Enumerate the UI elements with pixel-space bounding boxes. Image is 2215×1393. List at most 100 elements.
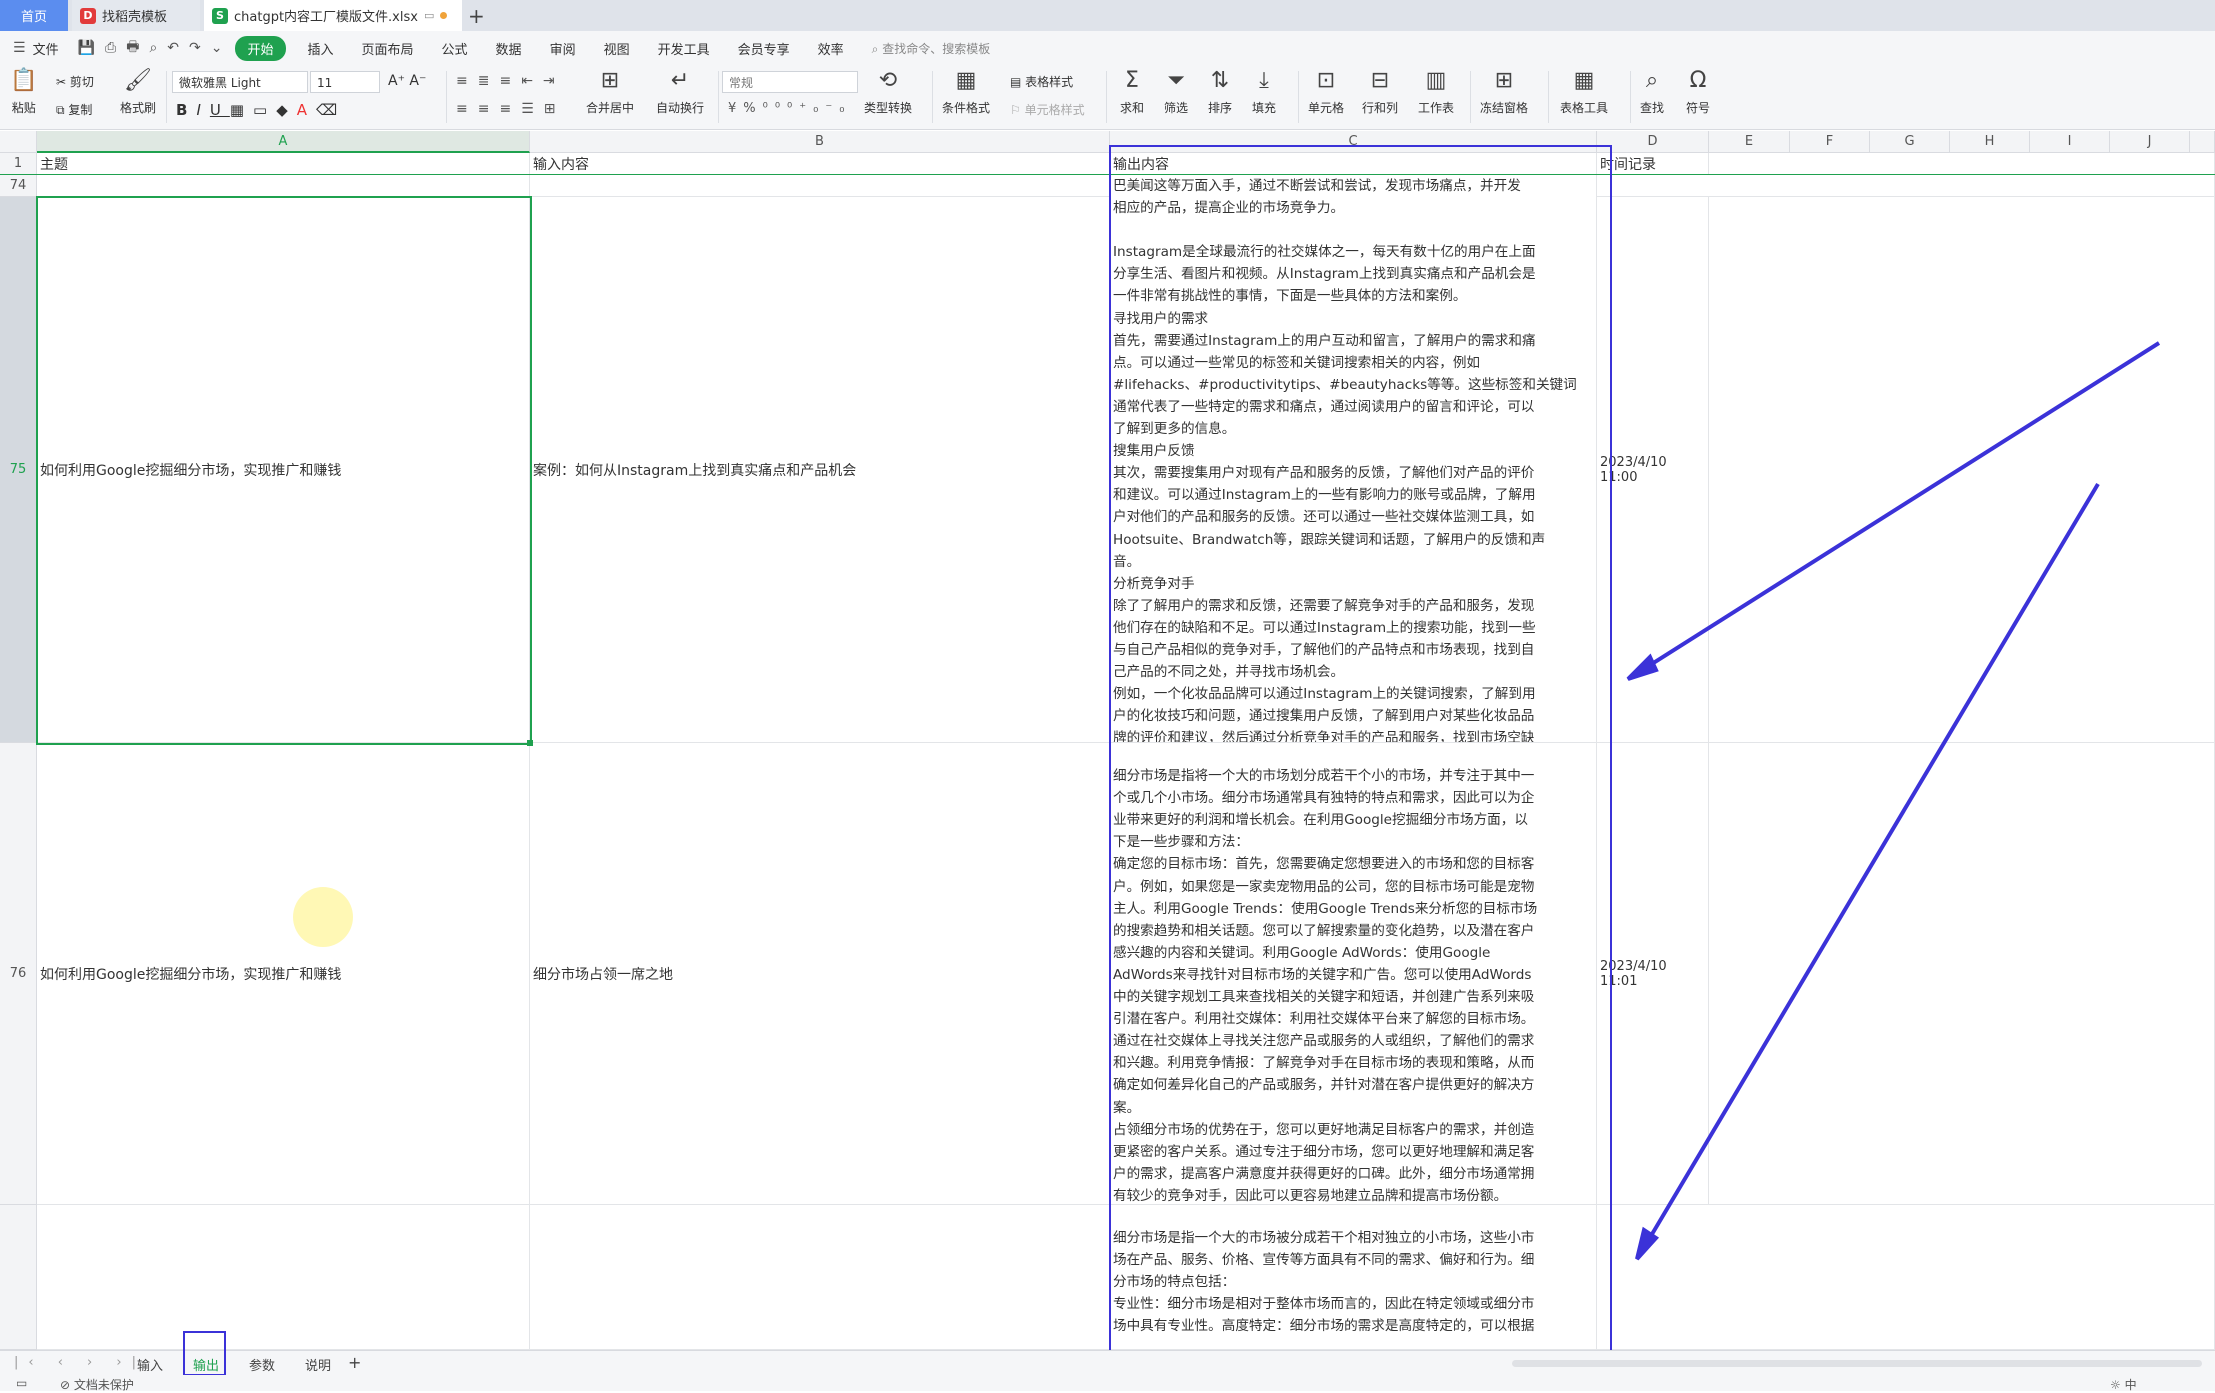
merge-center-button[interactable]: ⊞ 合并居中 (586, 69, 634, 116)
sheet-nav-arrows[interactable]: |‹ ‹ › ›| (14, 1355, 146, 1370)
format-painter-button[interactable]: 🖌 格式刷 (120, 69, 156, 116)
row-header-75[interactable]: 75 (0, 197, 37, 743)
cell-d75[interactable]: 2023/4/10 11:00 (1597, 197, 1709, 743)
cell-b77[interactable] (530, 1205, 1110, 1350)
sort-button[interactable]: ⇅ 排序 (1208, 69, 1232, 116)
menu-view[interactable]: 视图 (590, 39, 644, 58)
column-header-i[interactable]: I (2030, 131, 2110, 153)
cell-button[interactable]: ⊡ 单元格 (1308, 69, 1344, 116)
cut-button[interactable]: ✂ 剪切 (56, 73, 94, 90)
select-all-corner[interactable] (0, 131, 37, 153)
menu-file[interactable]: 文件 (31, 39, 73, 58)
menu-efficiency[interactable]: 效率 (804, 39, 858, 58)
horizontal-scrollbar[interactable] (1512, 1360, 2202, 1367)
horizontal-align-icons[interactable]: ≡≡≡☰⊞ (456, 101, 565, 117)
save-icon[interactable]: 💾 (73, 40, 100, 56)
header-cell-topic[interactable]: 主题 (37, 153, 530, 175)
sum-button[interactable]: Σ 求和 (1120, 69, 1144, 116)
table-tools-button[interactable]: ▦ 表格工具 (1560, 69, 1608, 116)
row-header-1[interactable]: 1 (0, 153, 37, 175)
cell-a76[interactable]: 如何利用Google挖掘细分市场，实现推广和赚钱 (37, 743, 530, 1205)
menu-home[interactable]: 开始 (235, 35, 286, 61)
number-format-icons[interactable]: ¥%⁰⁰⁰⁺₀⁻₀ (728, 101, 851, 116)
alignment-icons[interactable]: ≡≣≡⇤⇥ (456, 73, 565, 89)
tab-docer-templates[interactable]: D 找稻壳模板 (72, 0, 200, 31)
float-window-icon[interactable]: ▭ (424, 9, 434, 22)
menu-data[interactable]: 数据 (482, 39, 536, 58)
cell-e75[interactable] (1709, 197, 2215, 743)
cell-a75[interactable]: 如何利用Google挖掘细分市场，实现推广和赚钱 (37, 197, 530, 743)
cell-style-button[interactable]: ⚐ 单元格样式 (1010, 101, 1085, 118)
cell-c76-output[interactable]: 细分市场是指将一个大的市场划分成若干个小的市场，并专注于其中一 个或几个小市场。… (1110, 743, 1597, 1205)
undo-icon[interactable]: ↶ (162, 40, 184, 56)
redo-icon[interactable]: ↷ (184, 40, 206, 56)
find-button[interactable]: ⌕ 查找 (1640, 69, 1664, 116)
header-cell-empty[interactable] (1709, 153, 2215, 175)
column-header-h[interactable]: H (1950, 131, 2030, 153)
menu-page-layout[interactable]: 页面布局 (348, 39, 428, 58)
export-pdf-icon[interactable]: ⎙ (100, 40, 121, 56)
cell-c77-output[interactable]: 细分市场是指一个大的市场被分成若干个相对独立的小市场，这些小市 场在产品、服务、… (1110, 1205, 1597, 1350)
font-grow-shrink-icons[interactable]: A⁺ A⁻ (388, 73, 426, 89)
add-sheet-button[interactable]: + (348, 1353, 361, 1372)
menu-formulas[interactable]: 公式 (428, 39, 482, 58)
type-convert-button[interactable]: ⟲ 类型转换 (864, 69, 912, 116)
symbol-button[interactable]: Ω 符号 (1686, 69, 1710, 116)
column-header-b[interactable]: B (530, 131, 1110, 153)
font-style-icons[interactable]: BIU▦▭◆A⌫ (176, 101, 346, 119)
fill-handle[interactable] (527, 740, 533, 746)
fill-button[interactable]: ⤓ 填充 (1252, 69, 1276, 116)
menu-review[interactable]: 审阅 (536, 39, 590, 58)
column-header-e[interactable]: E (1709, 131, 1790, 153)
font-name-select[interactable]: 微软雅黑 Light (172, 71, 308, 93)
cell-b76[interactable]: 细分市场占领一席之地 (530, 743, 1110, 1205)
paste-button[interactable]: 📋 粘贴 (10, 69, 37, 116)
command-search[interactable]: ⌕ 查找命令、搜索模板 (872, 40, 991, 57)
table-style-button[interactable]: ▤ 表格样式 (1010, 73, 1073, 90)
sheet-tab-notes[interactable]: 说明 (305, 1355, 331, 1374)
document-protect-status[interactable]: ⊘ 文档未保护 (60, 1376, 134, 1393)
cell-a77[interactable] (37, 1205, 530, 1350)
cell-d74[interactable] (1597, 175, 2215, 197)
filter-button[interactable]: ⏷ 筛选 (1164, 69, 1188, 116)
wrap-text-button[interactable]: ↵ 自动换行 (656, 69, 704, 116)
sheet-tab-params[interactable]: 参数 (249, 1355, 275, 1374)
cell-e76[interactable] (1709, 743, 2215, 1205)
menu-insert[interactable]: 插入 (294, 39, 348, 58)
menu-member[interactable]: 会员专享 (724, 39, 804, 58)
font-size-select[interactable]: 11 (310, 71, 380, 93)
cell-b75[interactable]: 案例：如何从Instagram上找到真实痛点和产品机会 (530, 197, 1110, 743)
row-header-76[interactable]: 76 (0, 743, 37, 1205)
status-view-icon[interactable]: ▭ (16, 1376, 27, 1390)
row-header-74[interactable]: 74 (0, 175, 37, 197)
hamburger-icon[interactable]: ☰ (8, 40, 31, 56)
header-cell-input[interactable]: 输入内容 (530, 153, 1110, 175)
cell-b74[interactable] (530, 175, 1110, 197)
cell-a74[interactable] (37, 175, 530, 197)
input-method-indicator[interactable]: ☼ 中 (2110, 1376, 2137, 1393)
copy-button[interactable]: ⧉ 复制 (56, 101, 92, 118)
tab-home[interactable]: 首页 (0, 0, 68, 31)
header-cell-output[interactable]: 输出内容 (1110, 153, 1597, 175)
row-col-button[interactable]: ⊟ 行和列 (1362, 69, 1398, 116)
conditional-format-button[interactable]: ▦ 条件格式 (942, 69, 990, 116)
freeze-panes-button[interactable]: ⊞ 冻结窗格 (1480, 69, 1528, 116)
column-header-a[interactable]: A (37, 131, 530, 153)
column-header-f[interactable]: F (1790, 131, 1870, 153)
print-icon[interactable]: 🖶 (121, 36, 144, 60)
column-header-g[interactable]: G (1870, 131, 1950, 153)
cell-c75-output[interactable]: 巴美闻这等万面入手，通过不断尝试和尝试，发现市场痛点，并开发 相应的产品，提高企… (1110, 175, 1597, 743)
print-preview-icon[interactable]: ⌕ (144, 40, 162, 56)
worksheet-button[interactable]: ▥ 工作表 (1418, 69, 1454, 116)
menu-developer[interactable]: 开发工具 (644, 39, 724, 58)
cell-d77[interactable] (1597, 1205, 2215, 1350)
cell-d76[interactable]: 2023/4/10 11:01 (1597, 743, 1709, 1205)
sheet-tab-input[interactable]: 输入 (137, 1355, 163, 1374)
column-header-c[interactable]: C (1110, 131, 1597, 153)
tab-spreadsheet-file[interactable]: S chatgpt内容工厂模版文件.xlsx ▭ (204, 0, 462, 31)
chevron-down-icon[interactable]: ⌄ (206, 40, 228, 56)
column-header-j[interactable]: J (2110, 131, 2190, 153)
new-tab-button[interactable]: + (468, 4, 485, 28)
header-cell-time[interactable]: 时间记录 (1597, 153, 1709, 175)
column-header-d[interactable]: D (1597, 131, 1709, 153)
